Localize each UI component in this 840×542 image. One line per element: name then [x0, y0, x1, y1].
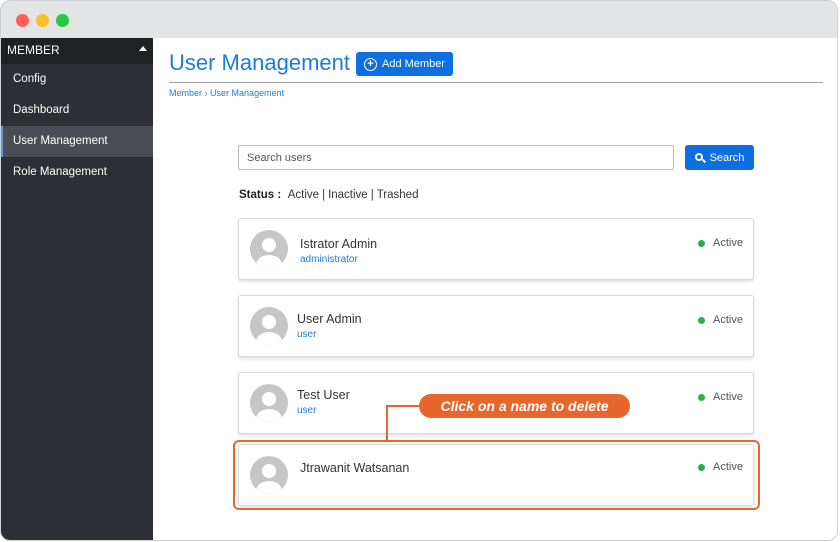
search-button[interactable]: Search [685, 145, 754, 170]
minimize-window-button[interactable] [36, 14, 49, 27]
sidebar-item-role-management[interactable]: Role Management [1, 157, 153, 188]
user-role: user [297, 329, 317, 340]
user-status: Active [713, 391, 743, 403]
avatar [250, 384, 288, 422]
user-card[interactable]: Istrator Admin administrator Active [238, 218, 754, 280]
status-filter-active[interactable]: Active [288, 189, 319, 201]
breadcrumb-current-link[interactable]: User Management [210, 88, 284, 98]
caret-up-icon [139, 46, 147, 51]
highlight-box [233, 440, 760, 510]
add-member-button[interactable]: + Add Member [356, 52, 453, 76]
user-role: user [297, 405, 317, 416]
status-dot-icon [698, 240, 705, 247]
user-name[interactable]: Istrator Admin [300, 237, 377, 251]
search-button-label: Search [709, 151, 745, 164]
plus-circle-icon: + [364, 57, 377, 71]
page-title: User Management [169, 50, 350, 75]
status-dot-icon [698, 394, 705, 401]
avatar [250, 230, 288, 268]
breadcrumb-separator: › [204, 88, 208, 98]
breadcrumb-member-link[interactable]: Member [169, 88, 202, 98]
status-filter-separator: | [370, 189, 374, 201]
status-dot-icon [698, 317, 705, 324]
add-member-label: Add Member [382, 58, 445, 70]
user-card[interactable]: User Admin user Active [238, 295, 754, 357]
user-status: Active [713, 314, 743, 326]
window-titlebar [1, 1, 837, 38]
sidebar: MEMBER Config Dashboard User Management … [1, 38, 153, 540]
app-window: MEMBER Config Dashboard User Management … [0, 0, 838, 541]
sidebar-item-dashboard[interactable]: Dashboard [1, 95, 153, 126]
user-name[interactable]: User Admin [297, 312, 362, 326]
sidebar-section-label: MEMBER [7, 43, 60, 57]
header-divider [169, 82, 823, 83]
close-window-button[interactable] [16, 14, 29, 27]
avatar [250, 307, 288, 345]
user-status: Active [713, 237, 743, 249]
main-content: User Management + Add Member Member › Us… [153, 38, 837, 540]
maximize-window-button[interactable] [56, 14, 69, 27]
callout-connector [386, 405, 422, 407]
callout-label: Click on a name to delete [419, 394, 630, 418]
sidebar-item-config[interactable]: Config [1, 64, 153, 95]
sidebar-item-user-management[interactable]: User Management [1, 126, 153, 157]
sidebar-section-member[interactable]: MEMBER [1, 38, 153, 64]
status-filter-label: Status : [239, 189, 282, 201]
callout-connector [386, 405, 388, 440]
breadcrumb: Member › User Management [169, 88, 284, 98]
search-icon [694, 152, 706, 163]
status-filter: Status : Active | Inactive | Trashed [239, 189, 418, 201]
search-input[interactable] [238, 145, 674, 170]
user-name[interactable]: Test User [297, 388, 350, 402]
user-role: administrator [300, 254, 358, 265]
status-filter-inactive[interactable]: Inactive [328, 189, 368, 201]
status-filter-separator: | [322, 189, 326, 201]
status-filter-trashed[interactable]: Trashed [377, 189, 419, 201]
